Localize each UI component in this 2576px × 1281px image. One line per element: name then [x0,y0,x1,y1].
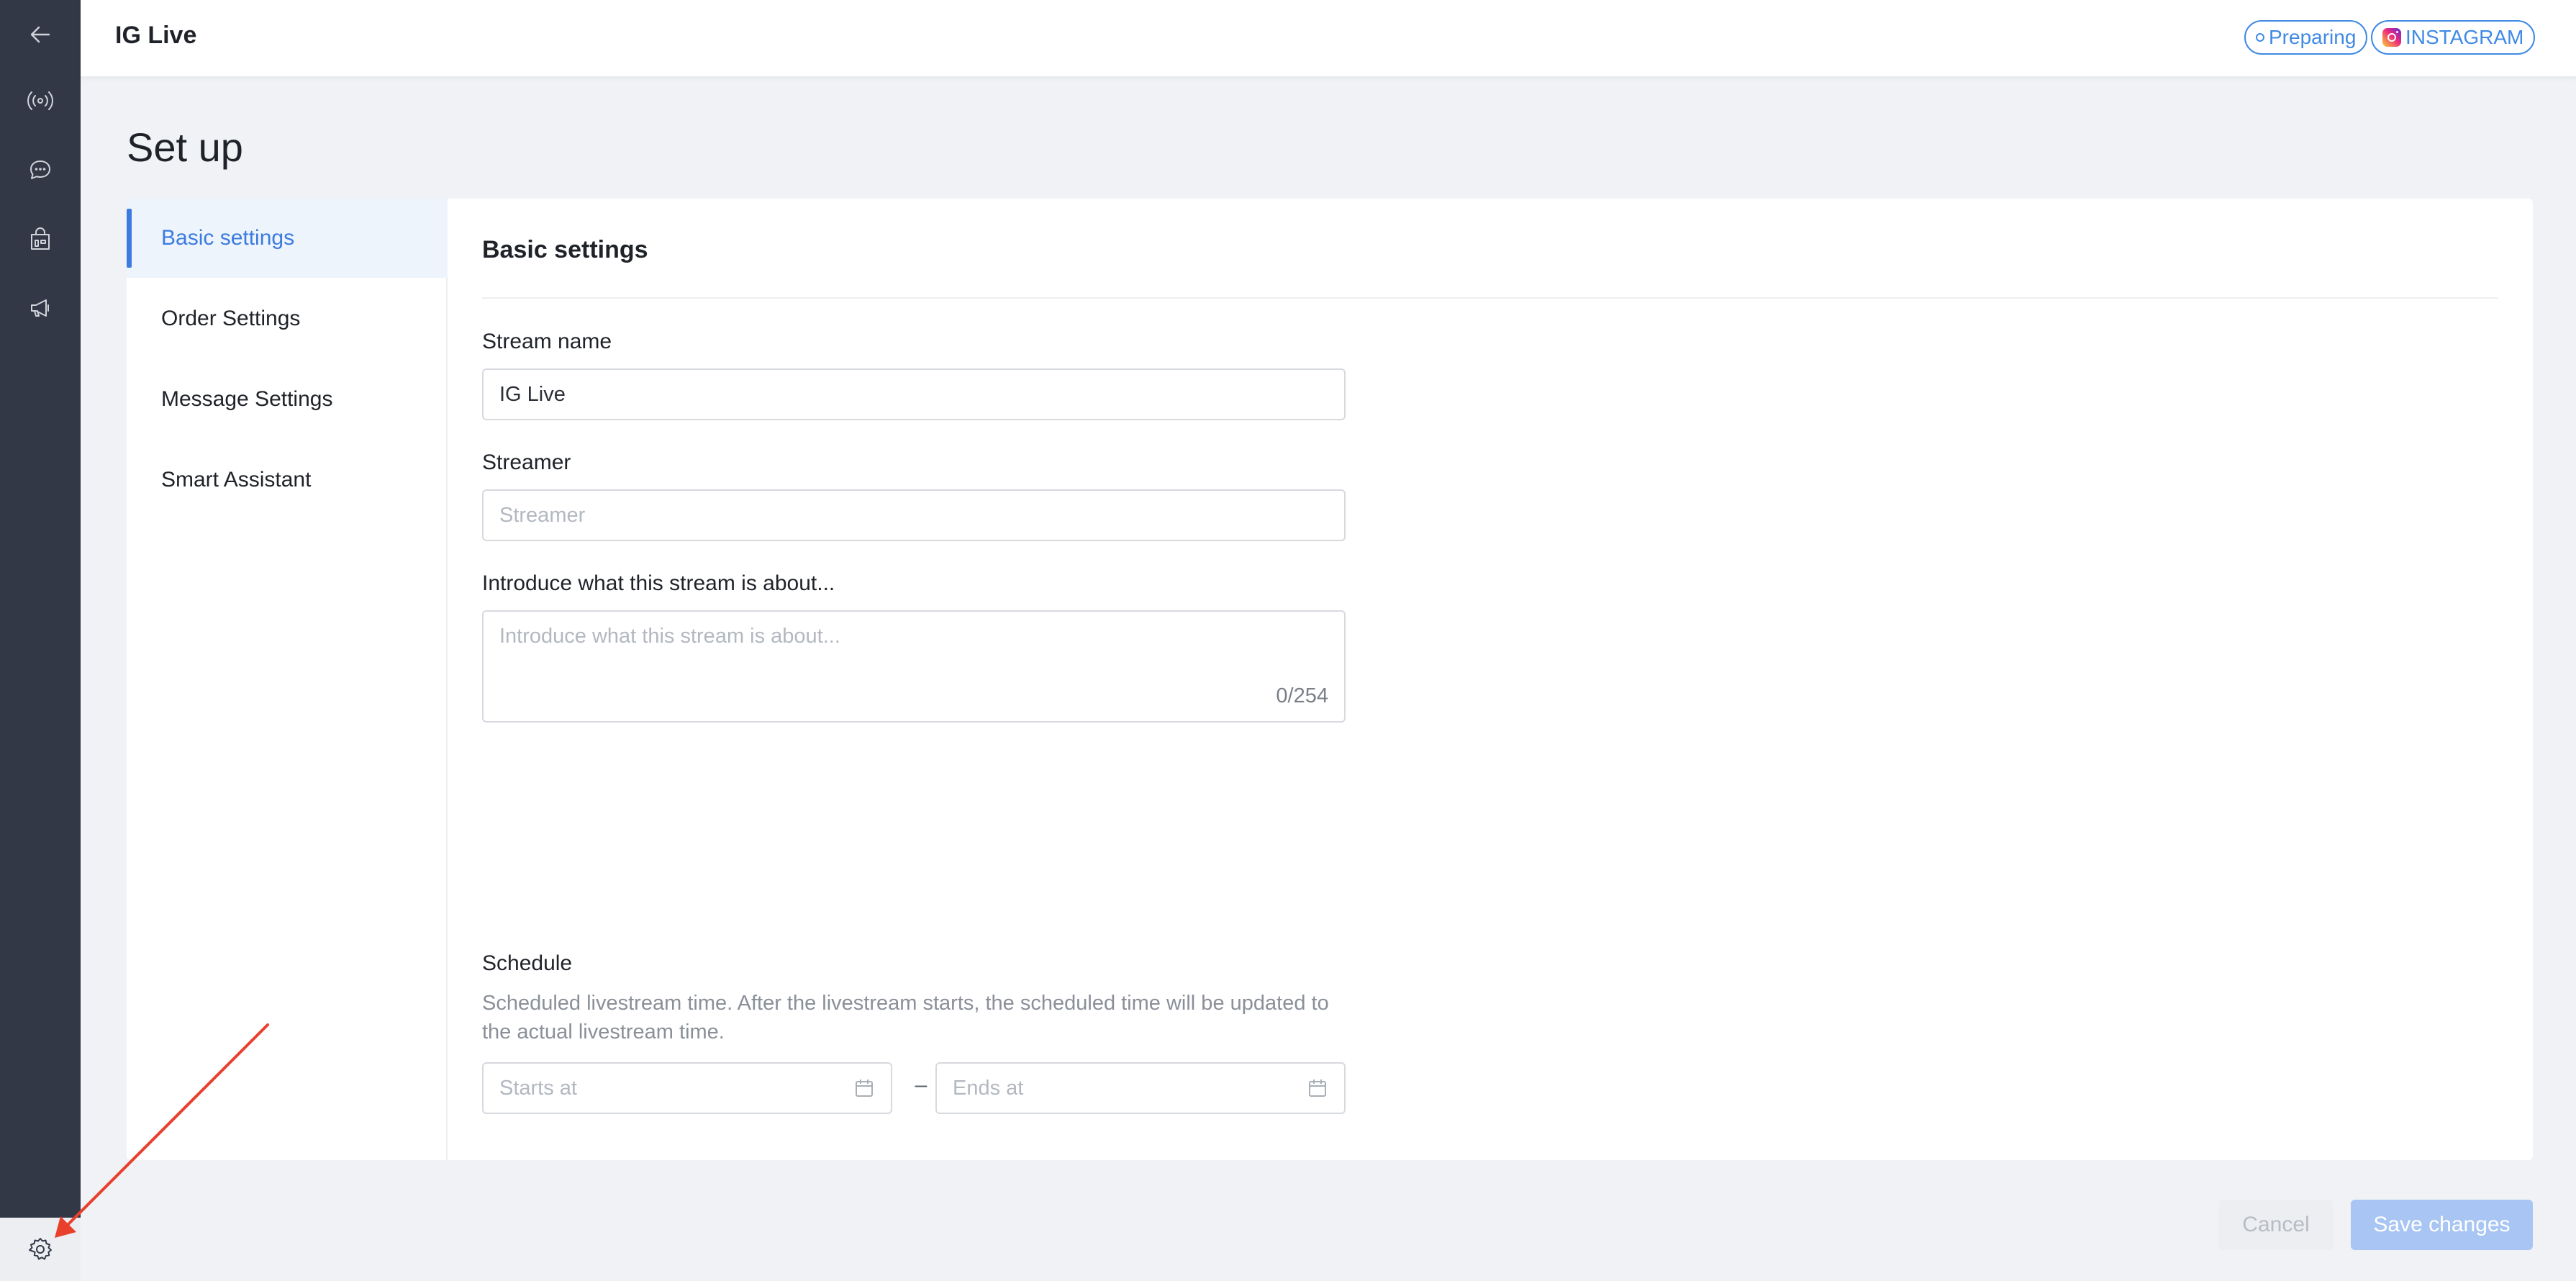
menu-item-order-settings[interactable]: Order Settings [127,279,448,358]
back-arrow-icon [30,26,50,43]
settings-card: Basic settings Order Settings Message Se… [127,199,2533,1160]
megaphone-icon [31,299,49,317]
stream-name-label: Stream name [482,330,612,353]
rail-item-marketing[interactable] [0,273,81,343]
rail-settings-button[interactable] [0,1218,81,1281]
platform-badge: INSTAGRAM [2371,20,2536,55]
menu-item-basic-settings[interactable]: Basic settings [127,199,448,278]
instagram-icon [2382,28,2401,47]
store-icon [31,227,50,250]
schedule-help-text: Scheduled livestream time. After the liv… [482,992,1329,1044]
settings-side-menu: Basic settings Order Settings Message Se… [127,199,448,1160]
cancel-button[interactable]: Cancel [2218,1200,2334,1250]
icon-rail [0,0,81,1281]
intro-char-counter: 0/254 [1276,684,1328,707]
rail-item-store[interactable] [0,204,81,273]
menu-item-smart-assistant[interactable]: Smart Assistant [127,440,448,520]
stream-name-input[interactable] [482,368,1346,420]
status-badge: Preparing [2244,20,2368,55]
intro-textarea[interactable] [482,610,1346,723]
streamer-input[interactable] [482,489,1346,541]
section-title: Basic settings [482,236,648,263]
date-range-separator: – [915,1073,928,1097]
gear-icon [29,1238,52,1260]
status-dot-icon [2256,33,2264,42]
streamer-label: Streamer [482,451,571,474]
rail-item-messages[interactable] [0,135,81,204]
page-title: Set up [127,125,243,170]
starts-at-picker[interactable] [482,1062,892,1114]
back-button[interactable] [0,0,81,69]
top-header: IG Live Preparing INSTAGRAM [81,0,2576,78]
chat-bubble-icon [30,160,50,179]
section-divider [482,297,2498,299]
rail-item-live[interactable] [0,66,81,135]
status-badge-label: Preparing [2269,26,2357,48]
calendar-icon [1309,1079,1326,1097]
starts-at-input[interactable] [499,1076,853,1100]
schedule-label: Schedule [482,951,573,975]
save-changes-button[interactable]: Save changes [2351,1200,2533,1250]
stream-title: IG Live [115,22,197,49]
platform-badge-label: INSTAGRAM [2405,26,2524,48]
ends-at-input[interactable] [953,1076,1307,1100]
calendar-icon [856,1079,873,1097]
intro-label: Introduce what this stream is about... [482,571,835,595]
ends-at-picker[interactable] [935,1062,1346,1114]
broadcast-icon [27,91,53,110]
menu-item-message-settings[interactable]: Message Settings [127,360,448,439]
